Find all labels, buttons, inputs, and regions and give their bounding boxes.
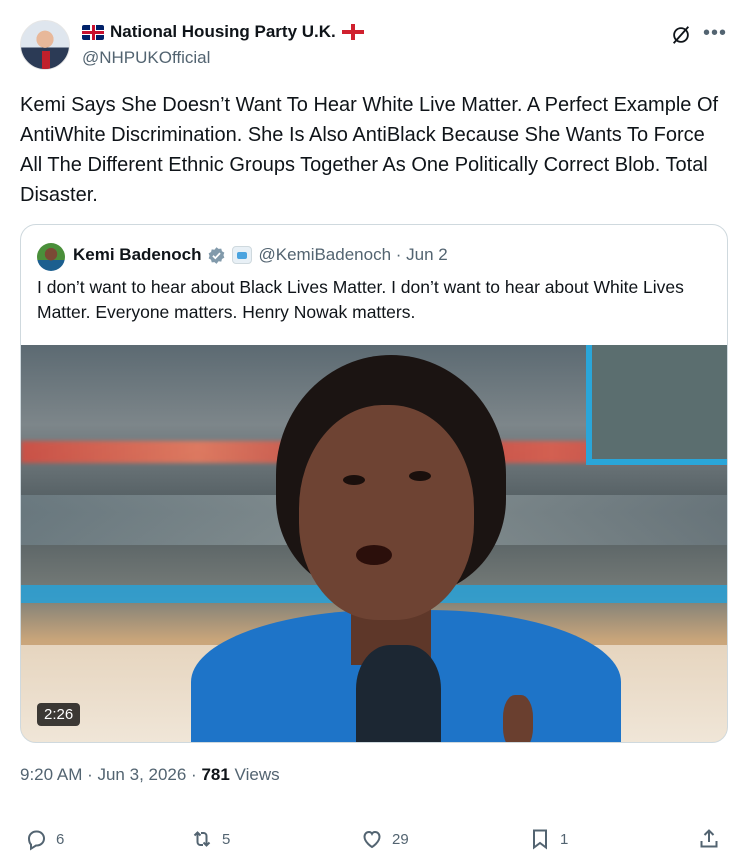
quoted-post[interactable]: Kemi Badenoch @KemiBadenoch · Jun 2 I do… xyxy=(20,224,728,743)
person-hand xyxy=(503,695,533,742)
views-count: 781 xyxy=(201,765,230,784)
person-top xyxy=(356,645,441,742)
share-icon xyxy=(700,829,718,848)
share-button[interactable] xyxy=(697,826,721,852)
verified-badge-icon xyxy=(209,246,225,264)
video-duration-badge: 2:26 xyxy=(37,703,81,726)
uk-flag-icon xyxy=(82,24,104,40)
repost-icon xyxy=(193,831,211,847)
bookmark-button[interactable]: 1 xyxy=(528,826,568,852)
reply-icon xyxy=(27,830,46,851)
more-icon[interactable]: ••• xyxy=(703,22,727,45)
government-badge-icon xyxy=(232,246,253,264)
author-name-row[interactable]: National Housing Party U.K. xyxy=(82,22,364,42)
views-label: Views xyxy=(229,765,280,784)
like-button[interactable]: 29 xyxy=(360,826,409,852)
repost-count: 5 xyxy=(222,830,231,848)
bookmark-icon xyxy=(533,829,547,850)
post-timestamp: 9:20 AM · Jun 3, 2026 · 781 Views xyxy=(20,765,280,785)
quote-handle-date: @KemiBadenoch · Jun 2 xyxy=(258,245,448,264)
post-text: Kemi Says She Doesn’t Want To Hear White… xyxy=(20,94,719,206)
video-player[interactable]: 2:26 xyxy=(21,345,727,742)
post-time[interactable]: 9:20 AM · Jun 3, 2026 · xyxy=(20,765,201,784)
repost-button[interactable]: 5 xyxy=(190,826,230,852)
studio-screen xyxy=(586,345,727,465)
person-mouth xyxy=(356,545,392,565)
quote-avatar[interactable] xyxy=(37,243,65,271)
quote-text: I don’t want to hear about Black Lives M… xyxy=(37,277,684,322)
like-count: 29 xyxy=(392,830,409,848)
grok-icon[interactable] xyxy=(670,24,692,46)
like-icon xyxy=(363,830,381,849)
reply-count: 6 xyxy=(56,830,65,848)
author-handle[interactable]: @NHPUKOfficial xyxy=(82,48,210,68)
bookmark-count: 1 xyxy=(560,830,569,848)
england-flag-icon xyxy=(341,24,364,40)
person-eye xyxy=(409,471,431,481)
reply-button[interactable]: 6 xyxy=(24,826,64,852)
person-eye xyxy=(343,475,365,485)
author-avatar[interactable] xyxy=(20,20,70,70)
person-face xyxy=(299,405,474,620)
author-name[interactable]: National Housing Party U.K. xyxy=(110,22,336,42)
quote-author-name[interactable]: Kemi Badenoch xyxy=(73,245,201,265)
quote-header: Kemi Badenoch @KemiBadenoch · Jun 2 xyxy=(73,245,448,265)
